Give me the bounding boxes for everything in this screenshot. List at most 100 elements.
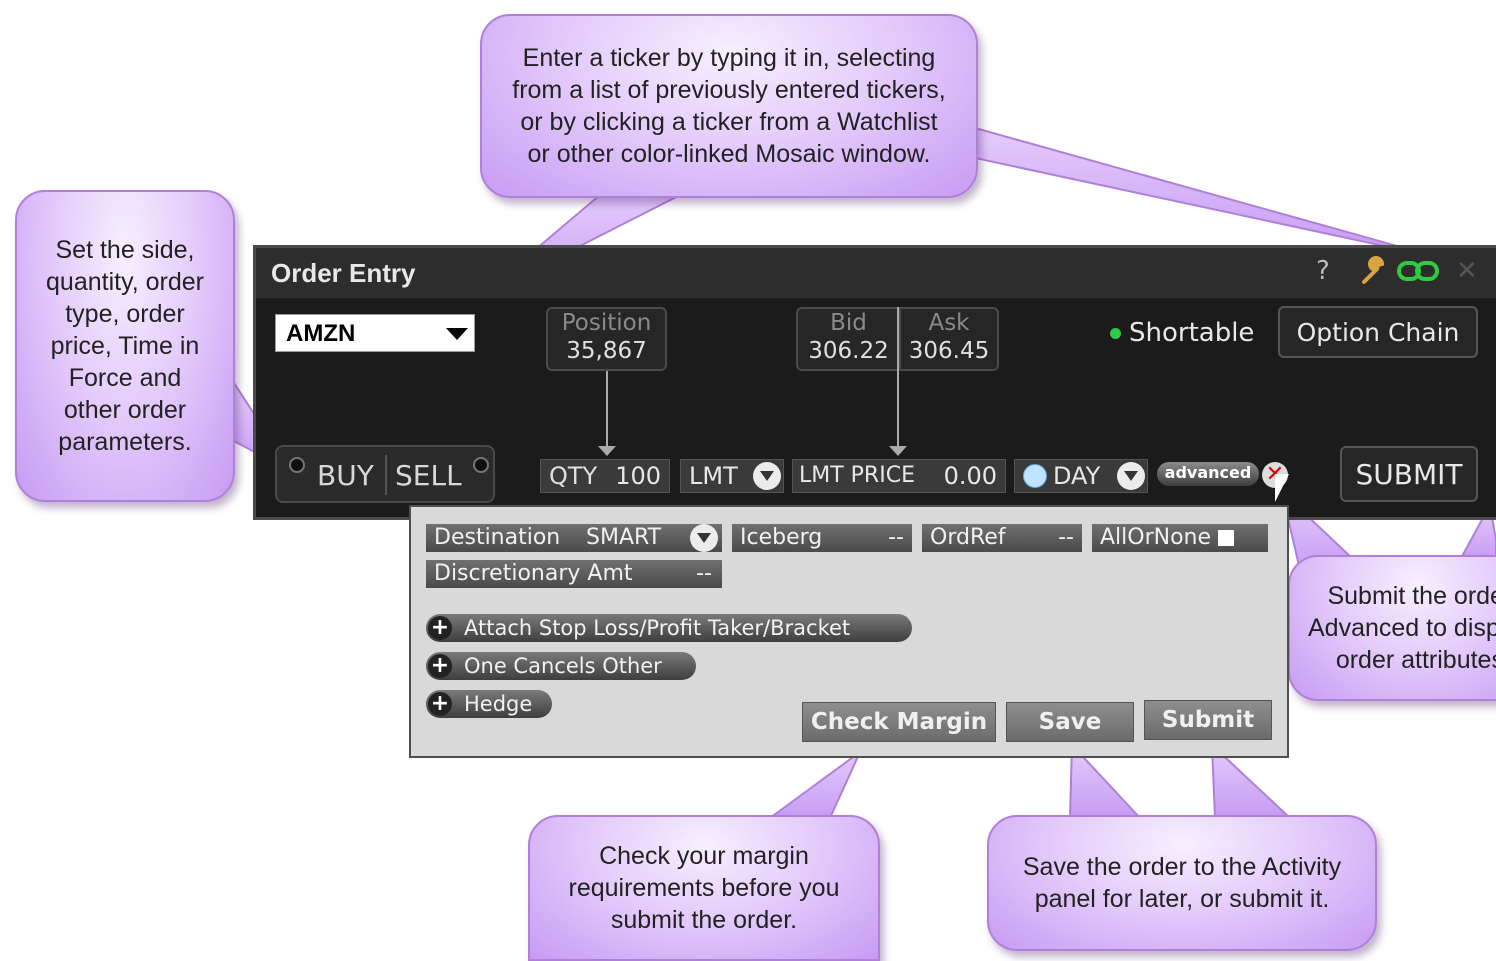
ticker-value: AMZN <box>286 320 356 347</box>
side-callout-line: parameters. <box>58 428 192 456</box>
plus-icon: + <box>428 654 452 678</box>
destination-label: Destination <box>434 525 561 550</box>
oco-button[interactable]: + One Cancels Other <box>426 652 696 680</box>
ticker-callout: Enter a ticker by typing it in, selectin… <box>480 14 978 198</box>
margin-callout-line: Check your margin <box>599 842 809 870</box>
hedge-label: Hedge <box>464 692 533 716</box>
tif-dropdown[interactable]: DAY <box>1014 459 1148 493</box>
lmt-price-label: LMT PRICE <box>799 463 915 488</box>
close-icon[interactable]: ✕ <box>1456 256 1478 286</box>
margin-callout-line: requirements before you <box>568 874 840 902</box>
link-callout-tail <box>974 126 1441 259</box>
qty-label: QTY <box>549 462 598 490</box>
tif-value: DAY <box>1053 462 1101 490</box>
lmt-price-field[interactable]: LMT PRICE 0.00 <box>792 459 1006 493</box>
ask-label: Ask <box>928 310 970 336</box>
clock-icon <box>1023 464 1047 488</box>
hedge-button[interactable]: + Hedge <box>426 690 552 718</box>
ordref-label: OrdRef <box>930 525 1006 550</box>
chevron-down-icon[interactable] <box>690 524 718 552</box>
discretionary-label: Discretionary Amt <box>434 561 633 586</box>
advanced-button[interactable]: advanced <box>1157 462 1259 486</box>
plus-icon: + <box>428 692 452 716</box>
destination-value: SMART <box>586 525 662 550</box>
destination-dropdown[interactable]: Destination SMART <box>426 524 722 552</box>
shortable-indicator: Shortable <box>1110 318 1254 348</box>
order-type-value: LMT <box>689 462 738 490</box>
submit-button[interactable]: SUBMIT <box>1340 446 1478 502</box>
bid-label: Bid <box>830 310 867 336</box>
iceberg-field[interactable]: Iceberg -- <box>732 524 912 552</box>
side-callout-line: other order <box>63 396 187 424</box>
bid-value: 306.22 <box>808 338 889 364</box>
margin-callout-line: submit the order. <box>610 906 798 934</box>
save-callout-line: Save the order to the Activity <box>1022 853 1342 881</box>
side-callout-line: type, order <box>65 300 185 328</box>
help-icon[interactable]: ? <box>1316 256 1330 286</box>
submit-callout-line: Advanced to display <box>1308 614 1496 642</box>
position-value: 35,867 <box>566 338 647 364</box>
window-title: Order Entry <box>271 258 416 288</box>
ask-value: 306.45 <box>908 338 990 364</box>
discretionary-field[interactable]: Discretionary Amt -- <box>426 560 722 588</box>
ticker-callout-line: or other color-linked Mosaic window. <box>527 140 931 168</box>
allornone-label: AllOrNone <box>1100 525 1212 550</box>
margin-callout: Check your margin requirements before yo… <box>528 815 880 961</box>
position-connector <box>606 371 608 449</box>
margin-callout-tail <box>766 748 863 819</box>
submit-callout-line: order attributes <box>1335 646 1496 674</box>
bid-ask-arrow-icon <box>889 446 907 456</box>
shortable-label: Shortable <box>1129 318 1255 348</box>
side-divider <box>385 455 387 495</box>
ordref-value: -- <box>1058 525 1074 550</box>
attach-label: Attach Stop Loss/Profit Taker/Bracket <box>464 616 851 640</box>
qty-field[interactable]: QTY 100 <box>540 459 670 493</box>
side-callout-line: price, Time in <box>50 332 200 360</box>
chevron-down-icon[interactable] <box>446 328 468 340</box>
order-type-dropdown[interactable]: LMT <box>680 459 784 493</box>
position-label: Position <box>561 310 652 336</box>
ticker-callout-line: or by clicking a ticker from a Watchlist <box>520 108 938 136</box>
check-margin-button[interactable]: Check Margin <box>802 702 996 742</box>
ticker-callout-line: Enter a ticker by typing it in, selectin… <box>522 44 936 72</box>
oco-label: One Cancels Other <box>464 654 662 678</box>
lmt-price-value: 0.00 <box>943 462 997 490</box>
discretionary-value: -- <box>696 561 712 586</box>
side-callout-line: quantity, order <box>46 268 204 296</box>
save-callout-line: panel for later, or submit it. <box>1034 885 1330 913</box>
ticker-dropdown[interactable]: AMZN <box>275 314 475 352</box>
side-callout: Set the side, quantity, order type, orde… <box>15 190 235 502</box>
iceberg-value: -- <box>888 525 904 550</box>
side-selector: BUY SELL <box>275 445 495 503</box>
allornone-checkbox[interactable] <box>1218 530 1234 546</box>
buy-radio[interactable] <box>289 457 305 473</box>
iceberg-label: Iceberg <box>740 525 823 550</box>
position-arrow-icon <box>598 446 616 456</box>
allornone-field[interactable]: AllOrNone <box>1092 524 1268 552</box>
plus-icon: + <box>428 616 452 640</box>
submit-callout: Submit the order Advanced to display ord… <box>1288 555 1496 701</box>
ordref-field[interactable]: OrdRef -- <box>922 524 1082 552</box>
submit-callout-line: Submit the order <box>1327 582 1496 610</box>
bid-ask-connector <box>897 307 899 449</box>
side-callout-line: Force and <box>68 364 182 392</box>
save-callout: Save the order to the Activity panel for… <box>987 815 1377 951</box>
panel-submit-button[interactable]: Submit <box>1144 700 1272 740</box>
title-bar[interactable]: Order Entry ? ✕ <box>256 248 1496 298</box>
side-callout-line: Set the side, <box>55 236 195 264</box>
mouse-cursor-icon <box>1275 474 1289 502</box>
link-icon[interactable] <box>1396 256 1442 293</box>
save-button[interactable]: Save <box>1006 702 1134 742</box>
chevron-down-icon[interactable] <box>1117 462 1145 490</box>
wrench-icon[interactable] <box>1358 256 1388 293</box>
chevron-down-icon[interactable] <box>753 462 781 490</box>
status-dot-icon <box>1110 328 1121 339</box>
sell-button[interactable]: SELL <box>395 459 462 492</box>
qty-value: 100 <box>615 462 661 490</box>
position-box: Position 35,867 <box>546 307 667 371</box>
sell-radio[interactable] <box>473 457 489 473</box>
buy-button[interactable]: BUY <box>317 459 374 492</box>
ticker-callout-line: from a list of previously entered ticker… <box>512 76 946 104</box>
option-chain-button[interactable]: Option Chain <box>1278 306 1478 358</box>
attach-bracket-button[interactable]: + Attach Stop Loss/Profit Taker/Bracket <box>426 614 912 642</box>
